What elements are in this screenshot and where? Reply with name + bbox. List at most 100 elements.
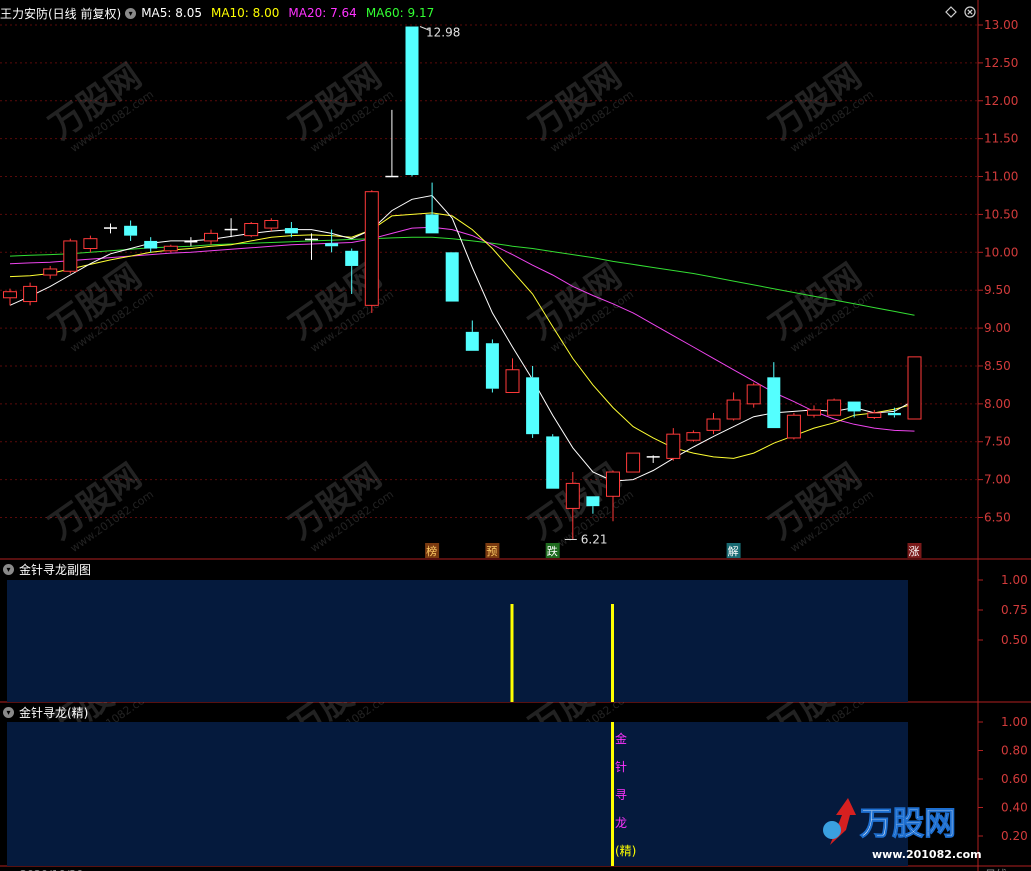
event-marker-label: 解 [728, 544, 739, 558]
sub1-title: 金针寻龙副图 [19, 562, 92, 577]
sub1-collapse-icon[interactable]: ▾ [3, 563, 14, 575]
candle-body [63, 240, 78, 272]
price-tick-label: 9.50 [984, 283, 1011, 297]
price-tick-label: 7.00 [984, 473, 1011, 487]
ma10-label: MA10: 8.00 [210, 6, 280, 20]
candle-body [706, 418, 721, 431]
collapse-icon[interactable]: ▾ [125, 7, 137, 19]
main-header: 王力安防(日线 前复权) ▾ MA5: 8.05 MA10: 8.00 MA20… [0, 5, 443, 21]
event-marker-label: 跌 [547, 544, 558, 558]
candle-body [565, 482, 580, 509]
candle-body [3, 291, 17, 299]
event-marker-label: 涨 [909, 545, 920, 558]
sub1-signal-bar [510, 604, 514, 702]
price-tick-label: 6.50 [984, 511, 1011, 525]
price-tick-label: 9.00 [984, 321, 1011, 335]
candle-body [425, 214, 439, 234]
watermark: 万股网www.201082.com [282, 256, 396, 355]
sub1-header: ▾ 金针寻龙副图 [0, 561, 91, 577]
chart-window: 13.00 12.50 12.00 11.50 11.00 10.50 10.00 9.50 9… [0, 0, 1031, 871]
candle-body [325, 243, 339, 247]
sub2-signal-text: 金 [615, 731, 627, 746]
candle-body [364, 191, 379, 306]
logo-dollar-icon [823, 821, 841, 839]
high-price-label: 12.98 [426, 26, 460, 40]
candle-body [827, 399, 842, 416]
candle-body [465, 331, 479, 351]
sub2-tick-label: 0.60 [1001, 772, 1028, 786]
price-tick-label: 11.50 [984, 132, 1018, 146]
diamond-icon[interactable] [945, 6, 957, 18]
candle-body [445, 252, 459, 302]
ma60-label: MA60: 9.17 [365, 6, 435, 20]
event-marker-label: 预 [486, 545, 497, 558]
watermark: 万股网www.201082.com [282, 56, 396, 155]
candle-body [626, 452, 641, 473]
candle-body [726, 399, 741, 420]
price-tick-label: 10.00 [984, 245, 1018, 259]
candle-body [83, 238, 98, 250]
candle-body [546, 436, 560, 489]
candle-body [767, 377, 781, 429]
sub2-tick-label: 1.00 [1001, 715, 1028, 729]
watermark: 万股网www.201082.com [762, 456, 876, 555]
sub1-tick-label: 0.75 [1001, 603, 1028, 617]
ma20-label: MA20: 7.64 [288, 6, 357, 20]
chart-canvas[interactable]: 13.00 12.50 12.00 11.50 11.00 10.50 10.00 9.50 9… [0, 0, 1031, 871]
sub2-signal-text: 龙 [615, 816, 627, 830]
event-marker-label: 榜 [426, 544, 437, 558]
stock-title: 王力安防(日线 前复权) [0, 6, 122, 21]
watermark: 万股网www.201082.com [42, 56, 156, 155]
sub1-tick-label: 0.50 [1001, 633, 1028, 647]
candle-body [606, 471, 620, 497]
candle-body [847, 401, 861, 412]
candle-body [23, 285, 38, 303]
candle-body [124, 225, 138, 236]
candle-body [244, 223, 259, 237]
candle-body [485, 343, 499, 389]
candle-body [144, 240, 158, 249]
sub2-tick-label: 0.40 [1001, 801, 1028, 815]
sub2-signal-bar [611, 722, 614, 866]
candle-body [887, 412, 901, 416]
watermark: 万股网www.201082.com [42, 456, 156, 555]
low-price-label: 6.21 [581, 532, 608, 546]
ma5-label: MA5: 8.05 [141, 6, 202, 20]
sub2-signal-text: 寻 [615, 788, 627, 802]
candle-body [686, 432, 701, 441]
candle-body [284, 228, 298, 234]
watermark: 万股网www.201082.com [522, 56, 636, 155]
candle-body [526, 377, 540, 435]
candle-body [807, 409, 821, 416]
candle-body [666, 433, 681, 459]
candle-body [746, 384, 761, 405]
price-tick-label: 7.50 [984, 435, 1011, 449]
sub2-tick-label: 0.20 [1001, 829, 1028, 843]
watermark: 万股网www.201082.com [762, 256, 876, 355]
logo-brand-text: 万股网 [860, 804, 956, 842]
sub2-signal-text: 针 [615, 759, 627, 774]
price-tick-label: 10.50 [984, 207, 1018, 221]
watermark: 万股网www.201082.com [282, 456, 396, 555]
candle-body [163, 245, 178, 252]
sub1-signal-bar [611, 604, 614, 702]
candle-body [505, 369, 520, 393]
price-tick-label: 11.00 [984, 170, 1018, 184]
price-tick-label: 8.00 [984, 397, 1011, 411]
candle-body [405, 26, 419, 176]
sub2-signal-text: (精) [615, 844, 636, 858]
price-tick-label: 8.50 [984, 359, 1011, 373]
candle-body [867, 412, 882, 418]
candle-body [907, 356, 922, 420]
candle-body [264, 219, 279, 229]
candle-body [43, 268, 58, 276]
price-tick-label: 12.00 [984, 94, 1018, 108]
sub2-collapse-icon[interactable]: ▾ [3, 706, 14, 718]
sub1-tick-label: 1.00 [1001, 573, 1028, 587]
sub2-tick-label: 0.80 [1001, 744, 1028, 758]
candle-body [786, 414, 801, 439]
watermark: 万股网www.201082.com [762, 56, 876, 155]
footer-period: 日线 [985, 867, 1007, 871]
candle-body [345, 250, 359, 266]
close-circle-icon[interactable] [964, 6, 976, 18]
